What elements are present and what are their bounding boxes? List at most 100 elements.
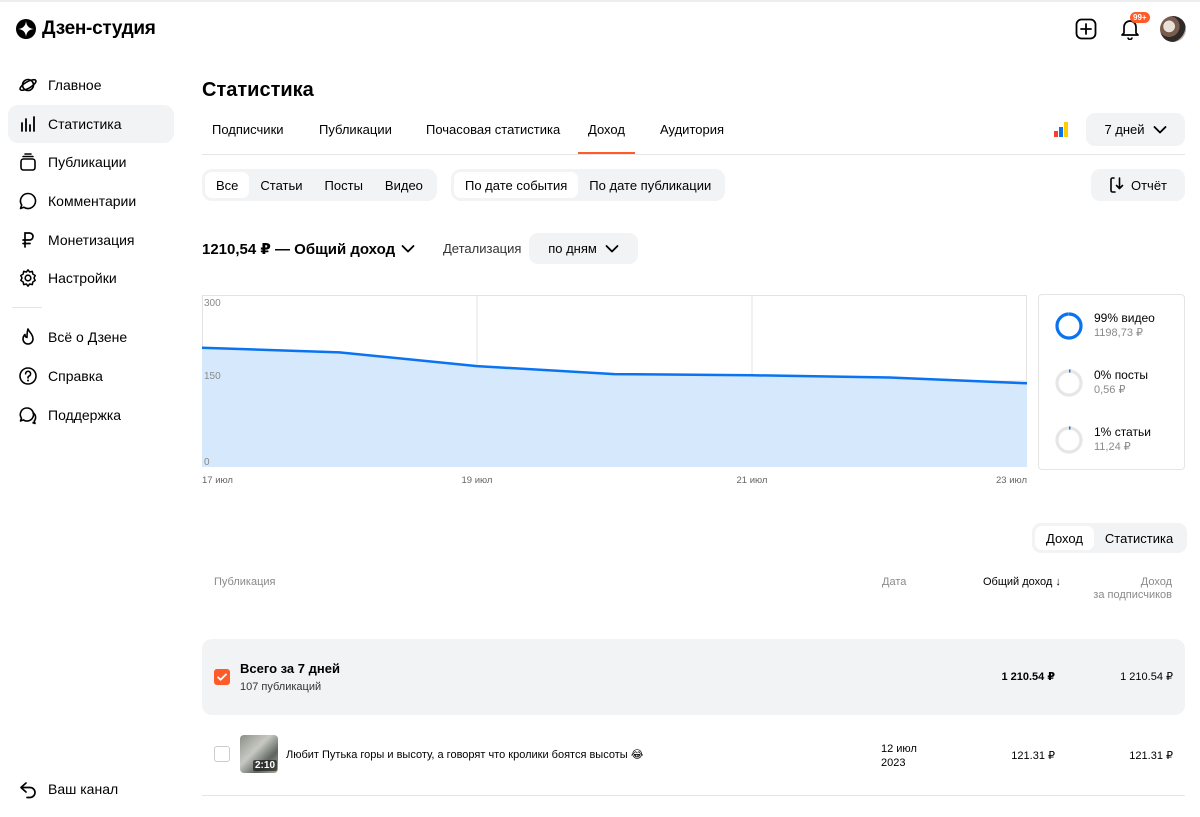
avatar[interactable] xyxy=(1160,16,1186,42)
sidebar: Главное Статистика Публикации Комментари… xyxy=(8,66,174,435)
y-tick-label: 150 xyxy=(204,371,221,382)
column-header-date[interactable]: Дата xyxy=(882,576,906,589)
breakdown-amount: 1198,73 ₽ xyxy=(1094,327,1144,339)
back-arrow-icon xyxy=(20,782,36,799)
sidebar-item-monetization[interactable]: Монетизация xyxy=(8,221,174,259)
breakdown-video: 99% видео 1198,73 ₽ xyxy=(1054,311,1155,341)
plus-square-icon xyxy=(1075,18,1097,40)
sidebar-item-help[interactable]: Справка xyxy=(8,357,174,395)
tab-income[interactable]: Доход xyxy=(578,114,635,154)
page-title: Статистика xyxy=(202,79,314,101)
report-label: Отчёт xyxy=(1130,177,1168,193)
period-value: 7 дней xyxy=(1104,122,1145,137)
sidebar-divider xyxy=(12,307,42,309)
column-header-total-income[interactable]: Общий доход ↓ xyxy=(983,576,1061,589)
filter-all[interactable]: Все xyxy=(205,172,250,198)
bar-chart-icon xyxy=(18,114,38,134)
total-row-subtitle: 107 публикаций xyxy=(240,681,322,693)
total-income-label: 1210,54 ₽ — Общий доход xyxy=(202,241,396,258)
sidebar-item-label: Комментарии xyxy=(48,193,137,210)
content-type-filter: Все Статьи Посты Видео xyxy=(202,169,437,201)
filter-by-event-date[interactable]: По дате события xyxy=(454,172,579,198)
period-select[interactable]: 7 дней xyxy=(1086,113,1185,146)
tab-audience[interactable]: Аудитория xyxy=(650,114,734,154)
row-checkbox[interactable] xyxy=(214,746,230,762)
sidebar-item-support[interactable]: Поддержка xyxy=(8,396,174,434)
tab-hourly-stats[interactable]: Почасовая статистика xyxy=(416,114,570,154)
breakdown-label: статьи xyxy=(1114,425,1151,439)
tab-publications[interactable]: Публикации xyxy=(309,114,402,154)
sidebar-item-label: Настройки xyxy=(48,270,117,287)
ring-value xyxy=(1055,312,1083,340)
report-button[interactable]: Отчёт xyxy=(1091,169,1185,201)
breakdown-pct: 0% xyxy=(1094,368,1112,382)
total-row-income: 1 210.54 ₽ xyxy=(1001,671,1055,683)
chevron-down-icon xyxy=(605,244,619,252)
logo[interactable]: Дзен-студия xyxy=(16,18,156,40)
y-tick-label: 0 xyxy=(204,457,210,468)
ruble-icon xyxy=(18,230,38,250)
table-row[interactable]: 2:10 Любит Путька горы и высоту, а говор… xyxy=(202,726,1185,796)
detail-label: Детализация xyxy=(443,241,522,256)
your-channel-link[interactable]: Ваш канал xyxy=(18,779,118,799)
select-all-checkbox[interactable] xyxy=(214,669,230,685)
chart-type-icon[interactable] xyxy=(1054,121,1068,137)
video-thumbnail[interactable]: 2:10 xyxy=(240,735,278,773)
tab-subscribers[interactable]: Подписчики xyxy=(202,114,294,154)
sidebar-item-statistics[interactable]: Статистика xyxy=(8,104,174,143)
income-breakdown: 99% видео 1198,73 ₽ 0% посты 0,56 ₽ 1% с… xyxy=(1038,294,1185,470)
x-tick-label: 23 июл xyxy=(996,475,1027,486)
total-income-select[interactable]: 1210,54 ₽ — Общий доход xyxy=(202,240,415,258)
sidebar-item-label: Поддержка xyxy=(48,406,122,423)
sidebar-item-comments[interactable]: Комментарии xyxy=(8,182,174,220)
filter-videos[interactable]: Видео xyxy=(374,172,434,198)
breakdown-label: видео xyxy=(1121,311,1155,325)
series-area xyxy=(202,347,1027,467)
header-actions: 99+ xyxy=(1072,12,1186,43)
sidebar-item-label: Справка xyxy=(48,368,103,385)
sidebar-item-label: Главное xyxy=(48,77,102,93)
date-mode-filter: По дате события По дате публикации xyxy=(451,169,726,201)
toggle-statistics[interactable]: Статистика xyxy=(1094,526,1184,550)
video-duration: 2:10 xyxy=(253,760,278,771)
filter-posts[interactable]: Посты xyxy=(314,172,374,198)
total-row-subscriber-income: 1 210.54 ₽ xyxy=(1120,671,1173,683)
sidebar-item-publications[interactable]: Публикации xyxy=(8,143,174,181)
breakdown-pct: 99% xyxy=(1094,311,1119,325)
flame-icon xyxy=(18,327,38,347)
sidebar-item-settings[interactable]: Настройки xyxy=(8,259,174,297)
chevron-down-icon xyxy=(401,245,415,253)
x-tick-label: 21 июл xyxy=(737,475,768,486)
download-report-icon xyxy=(1110,177,1124,193)
stats-tabs: Подписчики Публикации Почасовая статисти… xyxy=(202,114,1185,155)
filter-articles[interactable]: Статьи xyxy=(249,172,313,198)
total-row-title: Всего за 7 дней xyxy=(240,661,340,676)
filter-by-publication-date[interactable]: По дате публикации xyxy=(578,172,722,198)
planet-icon xyxy=(18,75,38,95)
table-view-toggle: Доход Статистика xyxy=(1032,523,1188,553)
income-chart: 300 150 0 17 июл 19 июл 21 июл 23 июл xyxy=(202,295,1028,486)
publication-date: 12 июл 2023 xyxy=(881,742,917,770)
sidebar-item-about[interactable]: Всё о Дзене xyxy=(8,318,174,356)
breakdown-posts: 0% посты 0,56 ₽ xyxy=(1054,368,1148,398)
toggle-income[interactable]: Доход xyxy=(1035,526,1094,550)
sidebar-item-label: Всё о Дзене xyxy=(48,329,128,346)
notifications-badge: 99+ xyxy=(1130,12,1150,23)
articles-share-ring xyxy=(1055,426,1083,454)
stack-icon xyxy=(18,152,38,172)
breakdown-amount: 0,56 ₽ xyxy=(1094,384,1126,396)
column-header-subscriber-income[interactable]: Доход за подписчиков xyxy=(1093,576,1172,602)
column-header-publication[interactable]: Публикация xyxy=(214,576,275,589)
notifications-button[interactable]: 99+ xyxy=(1116,12,1150,43)
gear-icon xyxy=(18,268,38,288)
chevron-down-icon xyxy=(1153,125,1166,133)
detail-select[interactable]: по дням xyxy=(529,233,638,264)
publication-title[interactable]: Любит Путька горы и высоту, а говорят чт… xyxy=(286,748,644,761)
sidebar-item-home[interactable]: Главное xyxy=(8,66,174,104)
chat-icon xyxy=(18,405,38,425)
breakdown-label: посты xyxy=(1114,368,1148,382)
create-button[interactable] xyxy=(1072,15,1100,43)
check-icon xyxy=(217,673,227,681)
ring-track xyxy=(1055,426,1083,454)
x-tick-label: 17 июл xyxy=(202,475,233,486)
